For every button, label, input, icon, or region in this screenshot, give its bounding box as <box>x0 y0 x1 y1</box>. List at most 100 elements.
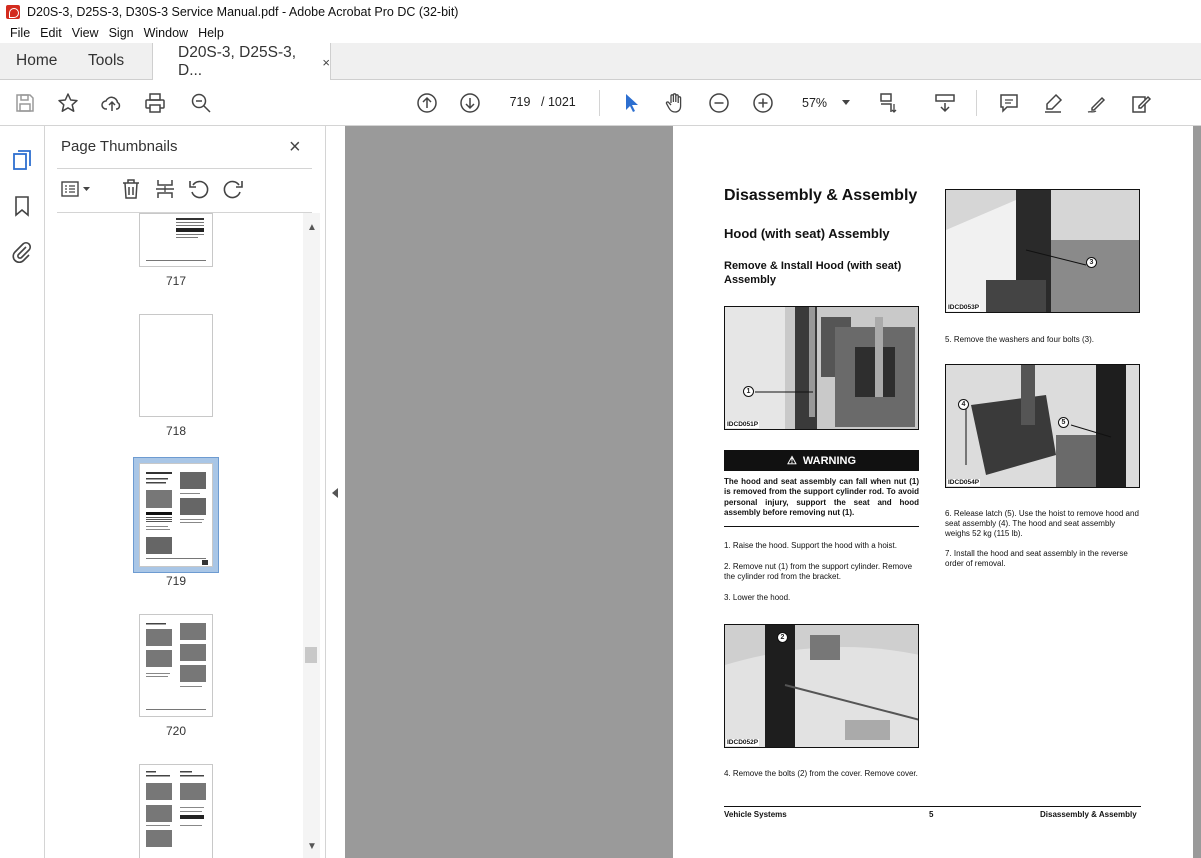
thumbnail-label: 717 <box>165 274 187 288</box>
thumbnail-scrollbar[interactable]: ▲ ▼ <box>303 213 320 858</box>
thumbnail-page-selected[interactable] <box>139 463 213 567</box>
footer-rule <box>724 806 1141 807</box>
warning-banner: ⚠ WARNING <box>724 450 919 471</box>
callout-2: 2 <box>777 632 788 643</box>
document-viewport[interactable]: Disassembly & Assembly Hood (with seat) … <box>345 126 1201 858</box>
bookmark-icon[interactable] <box>10 194 34 218</box>
highlight-icon[interactable] <box>1041 91 1065 115</box>
upload-icon[interactable] <box>100 91 124 115</box>
photo-id: IDCD052P <box>726 739 760 746</box>
menu-help[interactable]: Help <box>193 26 229 40</box>
photo-id: IDCD054P <box>947 479 981 486</box>
hand-tool-icon[interactable] <box>663 91 687 115</box>
zoom-in-icon[interactable] <box>751 91 775 115</box>
page-thumbnails-icon[interactable] <box>10 148 34 172</box>
thumbnail-list: 717 718 719 720 <box>45 213 303 858</box>
step-2: 2. Remove nut (1) from the support cylin… <box>724 562 913 581</box>
collapse-panel-icon[interactable] <box>332 488 338 498</box>
extract-pages-icon[interactable] <box>154 178 176 200</box>
tab-close-icon[interactable]: × <box>322 55 330 70</box>
thumbnails-panel: Page Thumbnails × 717 718 719 720 ▲ ▼ <box>45 126 325 858</box>
comment-icon[interactable] <box>997 91 1021 115</box>
document-page: Disassembly & Assembly Hood (with seat) … <box>673 126 1193 858</box>
fill-sign-icon[interactable] <box>1129 91 1153 115</box>
zoom-out-icon[interactable] <box>707 91 731 115</box>
page-fit-icon[interactable] <box>876 91 900 115</box>
photo-id: IDCD051P <box>726 421 760 428</box>
toolbar-separator <box>599 90 600 116</box>
callout-1: 1 <box>743 386 754 397</box>
thumbnail-page[interactable] <box>139 213 213 267</box>
chevron-down-icon <box>842 100 850 105</box>
select-cursor-icon[interactable] <box>619 91 643 115</box>
attachment-icon[interactable] <box>10 240 34 264</box>
warning-label: WARNING <box>802 454 857 467</box>
save-icon[interactable] <box>13 91 37 115</box>
thumbnail-options-icon[interactable] <box>60 178 92 200</box>
page-number-input[interactable] <box>503 90 537 114</box>
draw-icon[interactable] <box>1085 91 1109 115</box>
footer-right: Disassembly & Assembly <box>1040 810 1137 819</box>
step-1: 1. Raise the hood. Support the hood with… <box>724 541 898 550</box>
photo-id: IDCD053P <box>947 304 981 311</box>
menu-sign[interactable]: Sign <box>104 26 139 40</box>
scroll-down-icon[interactable]: ▼ <box>307 841 317 852</box>
step-4: 4. Remove the bolts (2) from the cover. … <box>724 769 918 778</box>
acrobat-logo-icon <box>6 4 20 19</box>
photo-washers-bolts: 3 IDCD053P <box>945 189 1140 313</box>
menu-view[interactable]: View <box>67 26 104 40</box>
zoom-value: 57% <box>802 96 828 110</box>
navigation-rail <box>0 126 45 858</box>
bookmark-star-icon[interactable] <box>56 91 80 115</box>
tab-home[interactable]: Home <box>0 43 72 79</box>
panel-splitter[interactable] <box>325 126 345 858</box>
menu-window[interactable]: Window <box>139 26 193 40</box>
subsection-heading: Remove & Install Hood (with seat) Assemb… <box>724 260 902 286</box>
thumbnail-page[interactable] <box>139 614 213 717</box>
toolbar-separator <box>976 90 977 116</box>
menu-bar: File Edit View Sign Window Help <box>0 23 1201 43</box>
scrollbar-thumb[interactable] <box>305 647 317 663</box>
page-heading: Disassembly & Assembly <box>724 187 918 204</box>
toolbar <box>0 80 1201 126</box>
thumbnail-label: 720 <box>165 724 187 738</box>
page-total: / 1021 <box>541 95 576 109</box>
title-bar: D20S-3, D25S-3, D30S-3 Service Manual.pd… <box>0 0 1201 23</box>
tab-tools[interactable]: Tools <box>72 43 152 79</box>
scroll-up-icon[interactable]: ▲ <box>307 222 317 233</box>
scroll-mode-icon[interactable] <box>933 91 957 115</box>
print-icon[interactable] <box>143 91 167 115</box>
step-6: 6. Release latch (5). Use the hoist to r… <box>945 509 1139 538</box>
warning-text: The hood and seat assembly can fall when… <box>724 477 919 517</box>
zoom-search-icon[interactable] <box>189 91 213 115</box>
step-5: 5. Remove the washers and four bolts (3)… <box>945 335 1094 344</box>
thumbnail-label: 718 <box>165 424 187 438</box>
warning-triangle-icon: ⚠ <box>786 455 797 467</box>
close-icon[interactable]: × <box>289 137 301 157</box>
photo-hood-seat-assembly: 4 5 IDCD054P <box>945 364 1140 488</box>
callout-3: 3 <box>1086 257 1097 268</box>
callout-4: 4 <box>958 399 969 410</box>
page-up-icon[interactable] <box>415 91 439 115</box>
divider <box>57 168 312 169</box>
zoom-select[interactable]: 57% <box>794 92 856 114</box>
thumbnail-page[interactable] <box>139 314 213 417</box>
footer-page-number: 5 <box>929 810 934 819</box>
window-title: D20S-3, D25S-3, D30S-3 Service Manual.pd… <box>27 4 459 19</box>
tab-document[interactable]: D20S-3, D25S-3, D... × <box>152 43 331 81</box>
thumbnail-label: 719 <box>165 574 187 588</box>
menu-file[interactable]: File <box>5 26 35 40</box>
step-7: 7. Install the hood and seat assembly in… <box>945 549 1128 568</box>
divider <box>724 526 919 527</box>
menu-edit[interactable]: Edit <box>35 26 67 40</box>
rotate-ccw-icon[interactable] <box>188 178 210 200</box>
tab-document-label: D20S-3, D25S-3, D... <box>178 44 297 79</box>
tab-bar: Home Tools D20S-3, D25S-3, D... × <box>0 43 1201 81</box>
section-heading: Hood (with seat) Assembly <box>724 226 890 241</box>
page-down-icon[interactable] <box>458 91 482 115</box>
rotate-cw-icon[interactable] <box>222 178 244 200</box>
delete-icon[interactable] <box>120 178 142 200</box>
footer-left: Vehicle Systems <box>724 810 787 819</box>
thumbnail-page[interactable] <box>139 764 213 858</box>
photo-support-cylinder: 1 IDCD051P <box>724 306 919 430</box>
